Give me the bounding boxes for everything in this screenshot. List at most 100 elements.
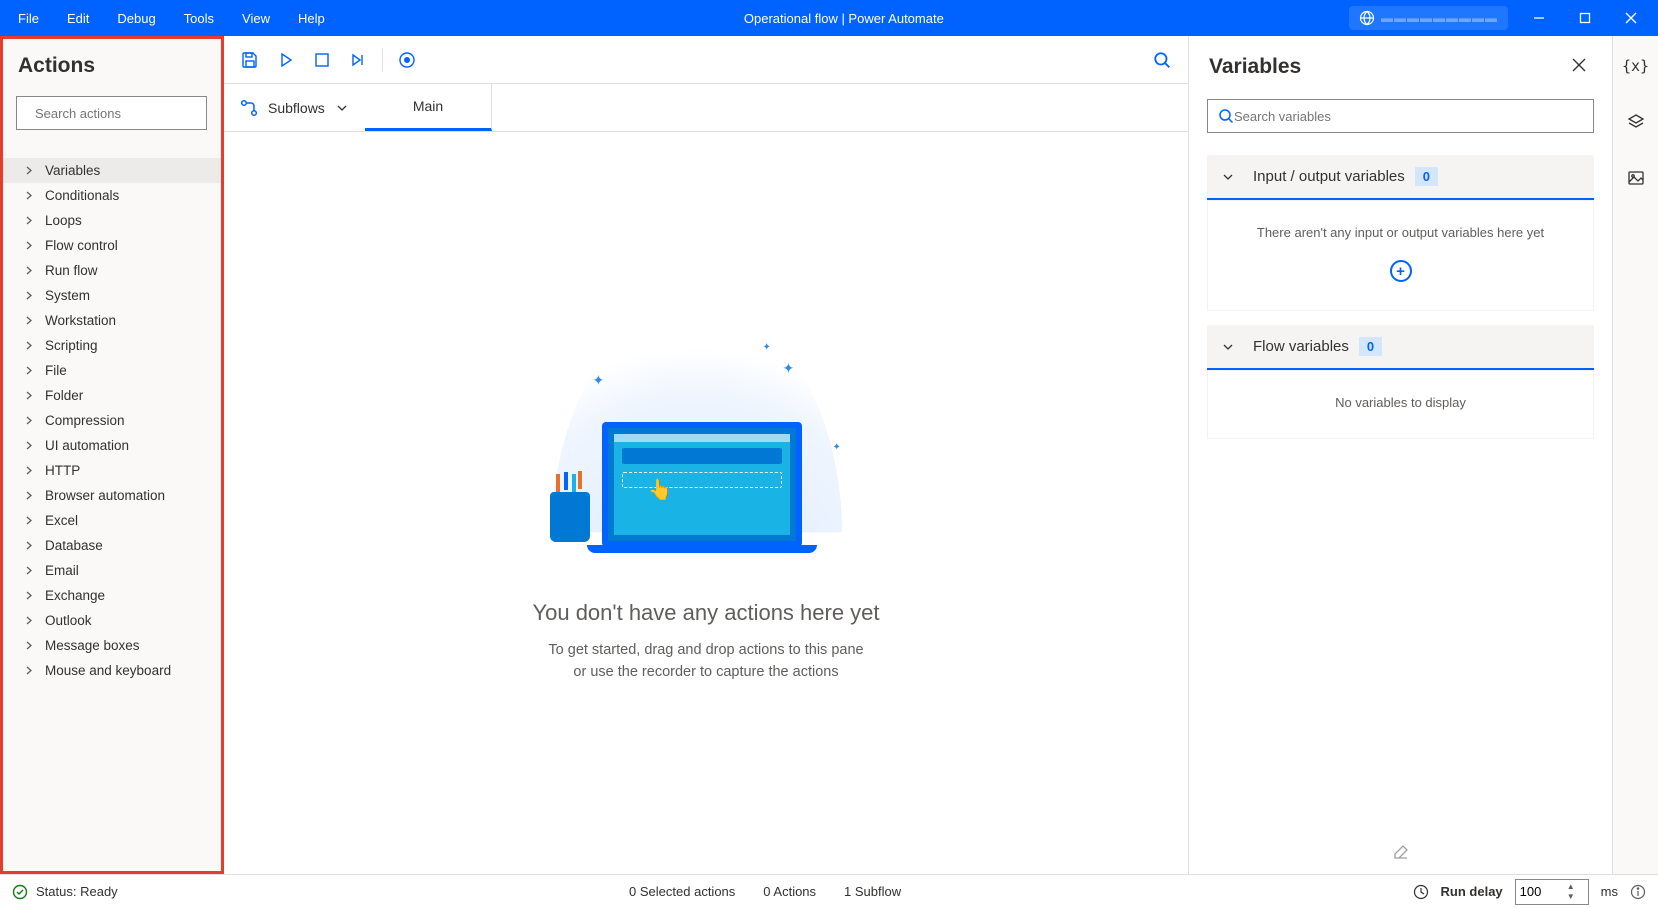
action-category-label: System [45, 288, 90, 303]
action-category-label: Compression [45, 413, 125, 428]
action-category-run-flow[interactable]: Run flow [0, 258, 223, 283]
chevron-down-icon [335, 101, 349, 115]
action-category-compression[interactable]: Compression [0, 408, 223, 433]
menu-debug[interactable]: Debug [103, 3, 169, 34]
action-category-scripting[interactable]: Scripting [0, 333, 223, 358]
action-category-label: Run flow [45, 263, 98, 278]
action-category-variables[interactable]: Variables [0, 158, 223, 183]
globe-icon [1359, 10, 1375, 26]
rail-variables-button[interactable]: {x} [1620, 50, 1652, 82]
menu-file[interactable]: File [4, 3, 53, 34]
chevron-right-icon [24, 540, 35, 551]
action-category-flow-control[interactable]: Flow control [0, 233, 223, 258]
action-category-label: Browser automation [45, 488, 165, 503]
action-category-label: Message boxes [45, 638, 140, 653]
status-bar: Status: Ready 0 Selected actions 0 Actio… [0, 874, 1658, 908]
io-variables-section: Input / output variables 0 There aren't … [1207, 155, 1594, 311]
action-category-label: Mouse and keyboard [45, 663, 171, 678]
add-io-variable-button[interactable]: + [1390, 260, 1412, 282]
run-delay-input[interactable]: ▲▼ [1515, 879, 1589, 905]
action-category-message-boxes[interactable]: Message boxes [0, 633, 223, 658]
save-button[interactable] [232, 42, 268, 78]
right-rail: {x} [1612, 36, 1658, 874]
action-category-outlook[interactable]: Outlook [0, 608, 223, 633]
chevron-down-icon [1221, 170, 1235, 184]
editor-tabs: Subflows Main [224, 84, 1188, 132]
step-button[interactable] [340, 42, 376, 78]
run-button[interactable] [268, 42, 304, 78]
stop-button[interactable] [304, 42, 340, 78]
close-button[interactable] [1608, 0, 1654, 36]
window-title: Operational flow | Power Automate [339, 11, 1349, 26]
action-category-loops[interactable]: Loops [0, 208, 223, 233]
tab-main[interactable]: Main [365, 84, 492, 131]
variables-search-input[interactable] [1234, 109, 1583, 124]
info-icon[interactable] [1630, 884, 1646, 900]
empty-sub-line2: or use the recorder to capture the actio… [532, 662, 879, 684]
maximize-button[interactable] [1562, 0, 1608, 36]
empty-sub-line1: To get started, drag and drop actions to… [532, 640, 879, 662]
flow-variables-label: Flow variables [1253, 338, 1349, 355]
run-delay-value[interactable] [1520, 884, 1564, 899]
flow-variables-section: Flow variables 0 No variables to display [1207, 325, 1594, 439]
eraser-icon[interactable] [1392, 843, 1410, 861]
action-category-file[interactable]: File [0, 358, 223, 383]
action-category-excel[interactable]: Excel [0, 508, 223, 533]
separator [382, 48, 383, 72]
action-category-system[interactable]: System [0, 283, 223, 308]
toolbar-search-button[interactable] [1144, 42, 1180, 78]
action-category-browser-automation[interactable]: Browser automation [0, 483, 223, 508]
editor-canvas[interactable]: ✦ ✦ ✦ ✦ 👆 You don't have any actions [224, 132, 1188, 874]
chevron-right-icon [24, 665, 35, 676]
subflows-count: 1 Subflow [844, 884, 901, 899]
minimize-button[interactable] [1516, 0, 1562, 36]
action-category-label: HTTP [45, 463, 80, 478]
action-category-mouse-and-keyboard[interactable]: Mouse and keyboard [0, 658, 223, 683]
action-category-exchange[interactable]: Exchange [0, 583, 223, 608]
delay-down[interactable]: ▼ [1564, 892, 1578, 902]
chevron-right-icon [24, 440, 35, 451]
empty-state: ✦ ✦ ✦ ✦ 👆 You don't have any actions [532, 322, 879, 684]
step-icon [350, 52, 366, 68]
delay-up[interactable]: ▲ [1564, 882, 1578, 892]
action-category-email[interactable]: Email [0, 558, 223, 583]
action-category-database[interactable]: Database [0, 533, 223, 558]
action-category-ui-automation[interactable]: UI automation [0, 433, 223, 458]
flow-variables-count: 0 [1359, 337, 1382, 356]
chevron-right-icon [24, 490, 35, 501]
record-button[interactable] [389, 42, 425, 78]
action-category-label: Workstation [45, 313, 116, 328]
menu-view[interactable]: View [228, 3, 284, 34]
chevron-right-icon [24, 165, 35, 176]
flow-variables-toggle[interactable]: Flow variables 0 [1207, 325, 1594, 370]
status-value: Ready [80, 884, 118, 899]
io-variables-toggle[interactable]: Input / output variables 0 [1207, 155, 1594, 200]
menu-bar: File Edit Debug Tools View Help [4, 3, 339, 34]
action-category-folder[interactable]: Folder [0, 383, 223, 408]
chevron-right-icon [24, 590, 35, 601]
rail-images-button[interactable] [1620, 162, 1652, 194]
menu-help[interactable]: Help [284, 3, 339, 34]
action-category-workstation[interactable]: Workstation [0, 308, 223, 333]
rail-ui-elements-button[interactable] [1620, 106, 1652, 138]
menu-edit[interactable]: Edit [53, 3, 103, 34]
actions-search-input[interactable] [35, 106, 211, 121]
clock-icon [1413, 884, 1429, 900]
subflows-dropdown[interactable]: Subflows [224, 84, 365, 131]
chevron-right-icon [24, 215, 35, 226]
actions-category-list[interactable]: VariablesConditionalsLoopsFlow control Ru… [0, 138, 223, 874]
menu-tools[interactable]: Tools [170, 3, 228, 34]
action-category-http[interactable]: HTTP [0, 458, 223, 483]
chevron-right-icon [24, 340, 35, 351]
action-category-conditionals[interactable]: Conditionals [0, 183, 223, 208]
chevron-right-icon [24, 265, 35, 276]
selected-actions-count: 0 Selected actions [629, 884, 735, 899]
chevron-right-icon [24, 290, 35, 301]
variables-search[interactable] [1207, 99, 1594, 133]
variables-close-button[interactable] [1566, 52, 1592, 81]
actions-count: 0 Actions [763, 884, 816, 899]
run-delay-unit: ms [1601, 884, 1618, 899]
environment-badge[interactable]: ▬▬▬▬▬▬▬▬▬ [1349, 6, 1508, 30]
actions-search[interactable] [16, 96, 207, 130]
chevron-right-icon [24, 390, 35, 401]
